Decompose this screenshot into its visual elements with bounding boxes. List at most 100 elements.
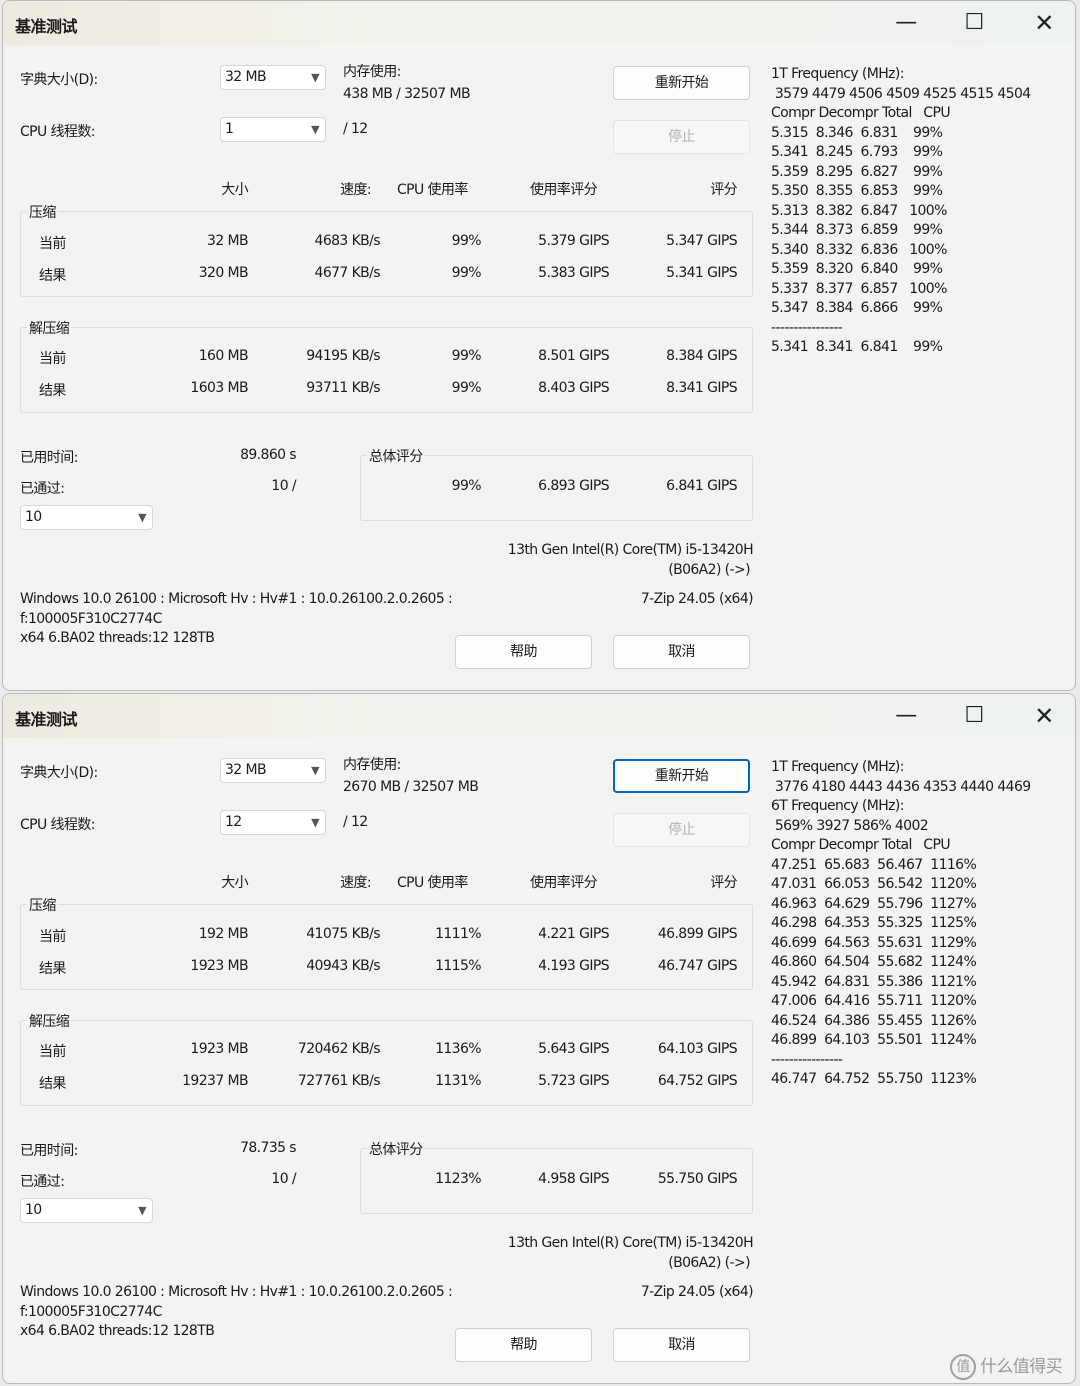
cell-cpu: 99%: [451, 380, 482, 396]
cell-speed: 93711 KB/s: [306, 380, 380, 396]
window-title: 基准测试: [15, 17, 78, 36]
cell-rating: 5.341 GIPS: [666, 265, 737, 281]
minimize-icon[interactable]: —: [883, 9, 929, 37]
cell-speed: 4683 KB/s: [314, 233, 381, 249]
dict-size-select[interactable]: 32 MB ▼: [220, 65, 326, 90]
passes-value: 10: [25, 509, 42, 525]
title-bar[interactable]: 基准测试 — ☐ ✕: [3, 1, 1075, 45]
cancel-button[interactable]: 取消: [613, 635, 750, 669]
help-button[interactable]: 帮助: [455, 1328, 592, 1362]
total-rating: 55.750 GIPS: [657, 1171, 738, 1187]
passes-value: 10: [25, 1202, 42, 1218]
total-cpu: 99%: [451, 478, 482, 494]
passes-select[interactable]: 10 ▼: [20, 505, 153, 530]
cpu-threads-max: / 12: [343, 814, 368, 830]
passed-label: 已通过:: [20, 481, 65, 497]
decompress-group-label: 解压缩: [27, 318, 72, 338]
cell-cpu: 1115%: [435, 958, 482, 974]
header-speed: 速度:: [340, 182, 372, 198]
system-info-line-1: Windows 10.0 26100 : Microsoft Hv : Hv#1…: [20, 1284, 453, 1300]
memory-usage-value: 438 MB / 32507 MB: [343, 86, 471, 102]
row-label: 结果: [39, 1076, 66, 1092]
chevron-down-icon: ▼: [311, 123, 319, 136]
maximize-icon[interactable]: ☐: [951, 702, 997, 730]
cell-rating: 5.347 GIPS: [666, 233, 737, 249]
cell-usage-rating: 5.723 GIPS: [538, 1073, 609, 1089]
minimize-icon[interactable]: —: [883, 702, 929, 730]
help-button[interactable]: 帮助: [455, 635, 592, 669]
dict-size-value: 32 MB: [225, 69, 267, 85]
dict-size-label: 字典大小(D):: [20, 765, 98, 781]
cell-rating: 64.103 GIPS: [657, 1041, 738, 1057]
cell-size: 160 MB: [198, 348, 249, 364]
frequency-log-panel: 1T Frequency (MHz): 3579 4479 4506 4509 …: [771, 66, 1031, 355]
cpu-id[interactable]: (B06A2) (->): [423, 1255, 750, 1271]
row-label: 结果: [39, 961, 66, 977]
total-usage-rating: 4.958 GIPS: [538, 1171, 609, 1187]
version-label: 7-Zip 24.05 (x64): [640, 591, 754, 607]
memory-usage-value: 2670 MB / 32507 MB: [343, 779, 479, 795]
dict-size-label: 字典大小(D):: [20, 72, 98, 88]
restart-button[interactable]: 重新开始: [613, 759, 750, 793]
header-usage-rating: 使用率评分: [530, 875, 598, 891]
benchmark-window-2: 基准测试 — ☐ ✕ 字典大小(D): 32 MB ▼ 内存使用: 2670 M…: [2, 693, 1076, 1384]
watermark-text: 什么值得买: [980, 1357, 1063, 1377]
system-info-line-2: f:100005F310C2774C: [20, 1304, 162, 1320]
system-info-line-3: x64 6.BA02 threads:12 128TB: [20, 630, 215, 646]
cell-rating: 64.752 GIPS: [657, 1073, 738, 1089]
total-rating-label: 总体评分: [367, 446, 425, 466]
chevron-down-icon: ▼: [138, 511, 146, 524]
row-label: 当前: [39, 929, 66, 945]
row-label: 当前: [39, 236, 66, 252]
maximize-icon[interactable]: ☐: [951, 9, 997, 37]
cpu-threads-select[interactable]: 1 ▼: [220, 117, 326, 142]
cell-rating: 8.341 GIPS: [666, 380, 737, 396]
cpu-threads-label: CPU 线程数:: [20, 124, 95, 140]
cell-size: 320 MB: [198, 265, 249, 281]
cancel-button[interactable]: 取消: [613, 1328, 750, 1362]
cell-usage-rating: 8.403 GIPS: [538, 380, 609, 396]
cpu-threads-value: 1: [225, 121, 234, 137]
passed-value: 10 /: [271, 1171, 296, 1187]
cell-usage-rating: 5.379 GIPS: [538, 233, 609, 249]
dict-size-value: 32 MB: [225, 762, 267, 778]
elapsed-time-label: 已用时间:: [20, 450, 78, 466]
passes-select[interactable]: 10 ▼: [20, 1198, 153, 1223]
stop-button[interactable]: 停止: [613, 813, 750, 847]
memory-usage-label: 内存使用:: [343, 64, 401, 80]
header-cpu-usage: CPU 使用率: [397, 182, 468, 198]
cell-speed: 94195 KB/s: [306, 348, 380, 364]
cell-speed: 41075 KB/s: [306, 926, 380, 942]
frequency-log-panel: 1T Frequency (MHz): 3776 4180 4443 4436 …: [771, 759, 1031, 1087]
system-info-line-3: x64 6.BA02 threads:12 128TB: [20, 1323, 215, 1339]
chevron-down-icon: ▼: [311, 71, 319, 84]
dict-size-select[interactable]: 32 MB ▼: [220, 758, 326, 783]
cell-size: 19237 MB: [182, 1073, 248, 1089]
cpu-name: 13th Gen Intel(R) Core(TM) i5-13420H: [507, 542, 754, 558]
header-rating: 评分: [710, 875, 737, 891]
decompress-group-label: 解压缩: [27, 1011, 72, 1031]
cell-cpu: 99%: [451, 265, 482, 281]
cell-cpu: 1111%: [435, 926, 482, 942]
title-bar[interactable]: 基准测试 — ☐ ✕: [3, 694, 1075, 738]
elapsed-time-label: 已用时间:: [20, 1143, 78, 1159]
row-label: 结果: [39, 383, 66, 399]
stop-button[interactable]: 停止: [613, 120, 750, 154]
cell-usage-rating: 5.643 GIPS: [538, 1041, 609, 1057]
cpu-threads-select[interactable]: 12 ▼: [220, 810, 326, 835]
close-icon[interactable]: ✕: [1021, 702, 1067, 730]
restart-button[interactable]: 重新开始: [613, 66, 750, 100]
header-rating: 评分: [710, 182, 737, 198]
cell-size: 1603 MB: [190, 380, 248, 396]
total-rating: 6.841 GIPS: [666, 478, 737, 494]
cpu-threads-label: CPU 线程数:: [20, 817, 95, 833]
cell-cpu: 1136%: [435, 1041, 482, 1057]
cell-speed: 4677 KB/s: [314, 265, 381, 281]
cpu-threads-value: 12: [225, 814, 242, 830]
passed-value: 10 /: [271, 478, 296, 494]
chevron-down-icon: ▼: [138, 1204, 146, 1217]
cpu-id[interactable]: (B06A2) (->): [423, 562, 750, 578]
chevron-down-icon: ▼: [311, 764, 319, 777]
close-icon[interactable]: ✕: [1021, 9, 1067, 37]
cell-speed: 720462 KB/s: [297, 1041, 381, 1057]
